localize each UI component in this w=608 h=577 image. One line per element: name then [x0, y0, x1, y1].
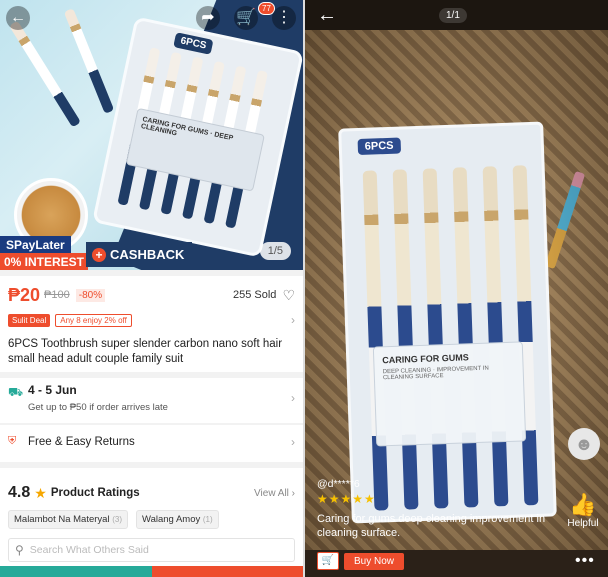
promo-banner: SPayLater 0% INTEREST + CASHBACK [0, 236, 193, 270]
rating-tags: Malambot Na Materyal (3) Walang Amoy (1) [8, 510, 219, 529]
current-price: ₱20 [8, 284, 41, 305]
view-all-link[interactable]: View All › [254, 488, 295, 499]
share-icon[interactable]: ➦ [196, 6, 220, 30]
tag-count: (1) [202, 515, 213, 524]
heart-icon[interactable]: ♡ [282, 287, 295, 304]
discount-badge: -80% [75, 288, 106, 302]
review-text: Caring for gums deep cleaning improvemen… [317, 513, 546, 539]
review-photo[interactable]: 6PCS CARING FOR GUMS DEEP CLEANING · IMP… [305, 30, 608, 550]
pack-label-text: CARING FOR GUMS · DEEP CLEANING [140, 116, 234, 143]
pack-brand: 6PCS [173, 32, 214, 55]
ratings-label: Product Ratings [50, 487, 140, 499]
sulit-deal-badge: Sulit Deal [8, 313, 51, 327]
product-title: 6PCS Toothbrush super slender carbon nan… [8, 338, 283, 365]
reviewer-name: @d*****6 [317, 478, 360, 490]
ratings-header[interactable]: 4.8 ★ Product Ratings (76) View All › [8, 483, 295, 506]
review-media-viewer: ← 1/1 6PCS CARING FOR GUMS DEEP CLEANING… [305, 0, 608, 577]
divider [0, 372, 303, 378]
shield-icon: ⛨ [8, 435, 17, 447]
rating-tag[interactable]: Walang Amoy (1) [135, 510, 219, 529]
returns-label: Free & Easy Returns [28, 436, 135, 448]
cart-icon[interactable]: 🛒 [317, 552, 339, 570]
spaylater-label: SPayLater [0, 236, 71, 254]
tag-label: Malambot Na Materyal [14, 514, 110, 525]
pencil-image [544, 170, 586, 270]
cashback-label: + CASHBACK [86, 242, 193, 267]
truck-icon: ⛟ [8, 385, 24, 399]
chevron-right-icon: › [291, 313, 295, 327]
helpful-label: Helpful [567, 518, 599, 529]
sold-count: 255 Sold [233, 289, 277, 301]
more-icon[interactable]: ••• [575, 552, 595, 570]
product-image-carousel[interactable]: 6PCS CARING FOR GUMS · DEEP CLEANING SPa… [0, 0, 303, 270]
pack-brand: 6PCS [357, 137, 401, 156]
image-counter: 1/5 [259, 242, 291, 260]
review-search-input[interactable] [29, 544, 270, 556]
product-page: 6PCS CARING FOR GUMS · DEEP CLEANING SPa… [0, 0, 303, 577]
review-search[interactable]: ⚲ [8, 538, 295, 562]
shipping-row[interactable]: ⛟ 4 - 5 Jun Get up to ₱50 if order arriv… [8, 383, 295, 417]
returns-row[interactable]: ⛨ Free & Easy Returns › [8, 435, 295, 451]
toothbrush-image [63, 8, 115, 114]
search-icon: ⚲ [15, 543, 24, 557]
rating-tag[interactable]: Malambot Na Materyal (3) [8, 510, 128, 529]
ratings-count: (76) [142, 491, 174, 506]
rating-score: 4.8 [8, 484, 31, 501]
deal-row[interactable]: Sulit Deal Any 8 enjoy 2% off › [8, 312, 295, 328]
review-overlay: @d*****6 ★★★★★ Caring for gums deep clea… [317, 478, 547, 540]
divider [0, 423, 303, 425]
plus-icon: + [92, 247, 106, 262]
helpful-button[interactable]: 👍 Helpful [563, 492, 603, 529]
image-counter: 1/1 [439, 8, 467, 23]
cart-icon[interactable]: 🛒 [234, 6, 258, 30]
user-avatar-icon[interactable]: ☻ [568, 428, 600, 460]
back-icon[interactable]: ← [317, 4, 337, 27]
cashback-text: CASHBACK [110, 247, 185, 262]
late-voucher-text: Get up to ₱50 if order arrives late [28, 402, 168, 413]
more-icon[interactable]: ⋮ [272, 6, 296, 30]
price-row: ₱20 ₱100 -80% 255 Sold ♡ [8, 283, 295, 307]
chevron-right-icon: › [291, 435, 295, 449]
divider [0, 270, 303, 276]
toothbrush-image [8, 20, 82, 128]
original-price: ₱100 [44, 289, 70, 301]
back-icon[interactable]: ← [6, 6, 30, 30]
tag-count: (3) [112, 515, 122, 524]
star-icon: ★ [34, 484, 47, 501]
divider [0, 462, 303, 468]
star-rating: ★★★★★ [317, 492, 376, 506]
pack-label: CARING FOR GUMS DEEP CLEANING · IMPROVEM… [372, 341, 527, 447]
pack-label-sub: DEEP CLEANING · IMPROVEMENT IN CLEANING … [382, 365, 489, 382]
buy-now-row: 🛒 Buy Now [317, 552, 405, 570]
buy-now-button[interactable]: Buy Now [344, 552, 405, 570]
thumbs-up-icon: 👍 [569, 492, 597, 517]
bottom-action-bar [0, 566, 303, 577]
product-package-image: 6PCS CARING FOR GUMS DEEP CLEANING · IMP… [338, 121, 557, 524]
delivery-date: 4 - 5 Jun [28, 383, 77, 397]
view-all-text: View All [254, 487, 289, 499]
tag-label: Walang Amoy [141, 514, 201, 525]
chevron-right-icon: › [291, 391, 295, 405]
chat-button[interactable] [0, 566, 152, 577]
add-to-cart-button[interactable] [152, 566, 303, 577]
interest-label: 0% INTEREST [0, 253, 89, 270]
pack-label-heading: CARING FOR GUMS [382, 352, 469, 366]
bundle-deal-badge: Any 8 enjoy 2% off [55, 313, 132, 327]
